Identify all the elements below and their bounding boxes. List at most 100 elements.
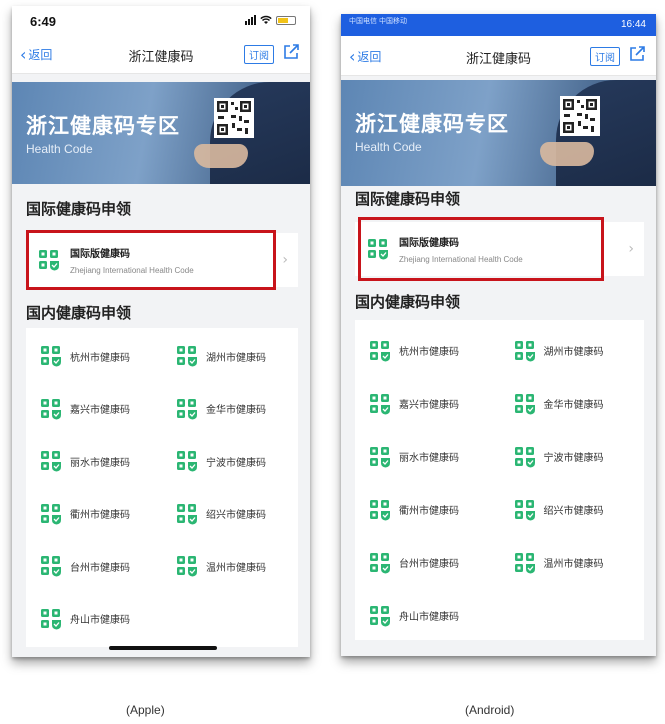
intl-health-code-item[interactable]: 国际版健康码 Zhejiang International Health Cod… bbox=[355, 222, 644, 276]
status-time: 16:44 bbox=[620, 19, 646, 30]
city-code-label: 舟山市健康码 bbox=[70, 615, 130, 627]
city-code-item[interactable]: 衢州市健康码 bbox=[355, 483, 500, 536]
chevron-right-icon: › bbox=[282, 252, 288, 268]
health-code-icon bbox=[370, 340, 390, 361]
banner-heading: 浙江健康码专区 bbox=[26, 114, 180, 138]
intl-health-code-item[interactable]: 国际版健康码 Zhejiang International Health Cod… bbox=[26, 233, 298, 287]
status-bar: 中国电信 中国移动 16:44 bbox=[341, 14, 656, 36]
city-code-item[interactable]: 丽水市健康码 bbox=[355, 430, 500, 483]
city-code-item[interactable]: 宁波市健康码 bbox=[500, 430, 645, 483]
health-code-icon bbox=[41, 346, 61, 367]
share-icon[interactable] bbox=[628, 45, 646, 63]
share-icon[interactable] bbox=[282, 43, 300, 61]
intl-section-title: 国际健康码申领 bbox=[355, 190, 461, 208]
health-code-icon bbox=[514, 552, 535, 573]
city-code-item[interactable]: 台州市健康码 bbox=[26, 540, 162, 593]
banner-subtitle: Health Code bbox=[26, 142, 93, 156]
wifi-icon bbox=[260, 15, 272, 24]
city-code-label: 舟山市健康码 bbox=[399, 612, 459, 623]
health-code-icon bbox=[514, 446, 535, 467]
intl-card-english: Zhejiang International Health Code bbox=[399, 255, 523, 264]
city-code-item[interactable]: 宁波市健康码 bbox=[162, 435, 298, 488]
chevron-right-icon: › bbox=[628, 241, 634, 257]
health-code-icon bbox=[177, 451, 197, 472]
city-code-label: 丽水市健康码 bbox=[399, 453, 459, 464]
city-code-item[interactable]: 湖州市健康码 bbox=[162, 330, 298, 383]
city-code-label: 宁波市健康码 bbox=[543, 453, 604, 464]
banner-hand-graphic bbox=[540, 142, 594, 166]
city-code-label: 湖州市健康码 bbox=[543, 347, 604, 358]
city-code-item[interactable]: 杭州市健康码 bbox=[26, 330, 162, 383]
health-code-icon bbox=[370, 446, 390, 467]
intl-card-name: 国际版健康码 bbox=[399, 238, 459, 249]
intl-card-name: 国际版健康码 bbox=[70, 249, 130, 260]
city-code-label: 衢州市健康码 bbox=[399, 506, 459, 517]
health-code-icon bbox=[370, 499, 390, 520]
apple-caption: (Apple) bbox=[126, 703, 165, 717]
city-code-item[interactable]: 杭州市健康码 bbox=[355, 324, 500, 377]
city-code-item[interactable]: 嘉兴市健康码 bbox=[355, 377, 500, 430]
health-code-icon bbox=[370, 552, 390, 573]
city-code-item[interactable]: 嘉兴市健康码 bbox=[26, 383, 162, 436]
city-code-label: 湖州市健康码 bbox=[206, 352, 266, 364]
health-code-icon bbox=[41, 556, 61, 577]
android-phone-screen: 中国电信 中国移动 16:44 ‹ 返回 浙江健康码 订阅 浙江健康码专区 He… bbox=[341, 14, 656, 656]
banner-heading: 浙江健康码专区 bbox=[355, 112, 509, 136]
banner-hand-graphic bbox=[194, 144, 248, 168]
health-code-icon bbox=[177, 398, 197, 420]
health-code-icon bbox=[514, 340, 535, 361]
city-code-label: 杭州市健康码 bbox=[70, 352, 130, 364]
apple-phone-screen: 6:49 ‹ 返回 浙江健康码 订阅 浙江健康码专区 Health Code 国… bbox=[12, 6, 310, 657]
city-code-label: 温州市健康码 bbox=[543, 559, 604, 570]
health-code-icon bbox=[41, 398, 61, 420]
health-code-banner: 浙江健康码专区 Health Code bbox=[341, 80, 656, 186]
health-code-icon bbox=[39, 250, 59, 271]
city-code-item[interactable]: 舟山市健康码 bbox=[26, 593, 162, 646]
city-code-label: 台州市健康码 bbox=[70, 562, 130, 574]
city-code-item[interactable]: 丽水市健康码 bbox=[26, 435, 162, 488]
health-code-icon bbox=[514, 393, 535, 414]
health-code-banner: 浙江健康码专区 Health Code bbox=[12, 82, 310, 184]
home-indicator[interactable] bbox=[109, 646, 217, 650]
android-caption: (Android) bbox=[465, 703, 515, 717]
city-code-item[interactable]: 舟山市健康码 bbox=[355, 589, 500, 642]
nav-bar: ‹ 返回 浙江健康码 订阅 bbox=[341, 36, 656, 76]
subscribe-button[interactable]: 订阅 bbox=[244, 45, 274, 64]
city-code-label: 台州市健康码 bbox=[399, 559, 459, 570]
signal-icon bbox=[245, 15, 256, 25]
city-code-label: 衢州市健康码 bbox=[70, 510, 130, 522]
city-code-item[interactable]: 湖州市健康码 bbox=[500, 324, 645, 377]
intl-section-title: 国际健康码申领 bbox=[26, 200, 132, 218]
health-code-icon bbox=[368, 239, 388, 260]
domestic-section-title: 国内健康码申领 bbox=[355, 293, 461, 311]
city-code-label: 杭州市健康码 bbox=[399, 347, 459, 358]
health-code-icon bbox=[177, 556, 197, 577]
banner-subtitle: Health Code bbox=[355, 140, 422, 154]
city-code-item[interactable]: 绍兴市健康码 bbox=[162, 488, 298, 541]
city-code-label: 金华市健康码 bbox=[206, 405, 266, 417]
nav-bar: ‹ 返回 浙江健康码 订阅 bbox=[12, 34, 310, 74]
city-code-label: 丽水市健康码 bbox=[70, 457, 130, 469]
city-code-label: 金华市健康码 bbox=[543, 400, 604, 411]
city-code-item[interactable]: 金华市健康码 bbox=[162, 383, 298, 436]
city-code-label: 嘉兴市健康码 bbox=[70, 405, 130, 417]
city-code-item[interactable]: 绍兴市健康码 bbox=[500, 483, 645, 536]
city-code-grid: 杭州市健康码 湖州市健康码嘉兴市健康码 金华市健康码丽水市健康码 宁波市健康码衢州市健… bbox=[26, 328, 298, 647]
carrier-info: 中国电信 中国移动 bbox=[349, 18, 407, 25]
city-code-item[interactable]: 温州市健康码 bbox=[162, 540, 298, 593]
city-code-label: 绍兴市健康码 bbox=[543, 506, 604, 517]
city-code-item[interactable]: 金华市健康码 bbox=[500, 377, 645, 430]
health-code-icon bbox=[41, 503, 61, 525]
qr-code-icon bbox=[214, 98, 254, 138]
city-code-item[interactable]: 衢州市健康码 bbox=[26, 488, 162, 541]
domestic-section-title: 国内健康码申领 bbox=[26, 304, 132, 322]
city-code-label: 温州市健康码 bbox=[206, 562, 266, 574]
battery-icon bbox=[276, 15, 296, 25]
status-bar: 6:49 bbox=[12, 6, 310, 34]
health-code-icon bbox=[177, 346, 197, 367]
subscribe-button[interactable]: 订阅 bbox=[590, 47, 620, 66]
city-code-item[interactable]: 温州市健康码 bbox=[500, 536, 645, 589]
health-code-icon bbox=[514, 499, 535, 520]
health-code-icon bbox=[41, 451, 61, 472]
city-code-item[interactable]: 台州市健康码 bbox=[355, 536, 500, 589]
